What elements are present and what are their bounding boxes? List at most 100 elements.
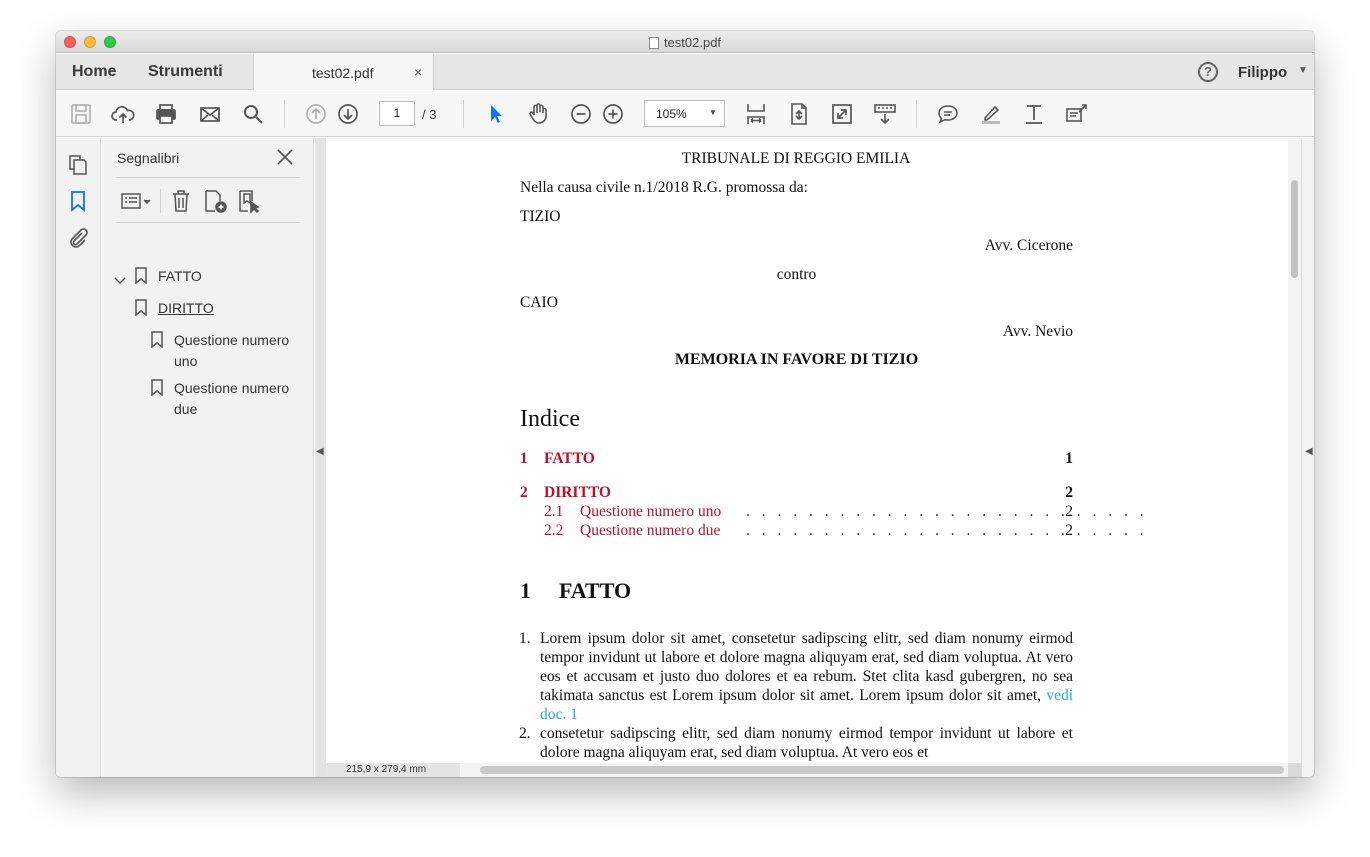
help-icon[interactable]: ? <box>1198 62 1218 82</box>
chevron-left-icon: ◀ <box>316 446 324 457</box>
bookmark-options-icon[interactable] <box>119 188 153 214</box>
court-heading: TRIBUNALE DI REGGIO EMILIA <box>681 150 911 167</box>
print-icon[interactable] <box>154 102 178 126</box>
toc-entry-2-page: 2 <box>1065 484 1073 501</box>
page-size-readout: 215,9 x 279,4 mm <box>326 763 460 777</box>
bookmark-item-questione-uno[interactable]: Questione numero uno <box>174 330 289 372</box>
toc-entry-2-2-number[interactable]: 2.2 <box>544 522 563 540</box>
list-item: 2. consetetur sadipscing elitr, sed diam… <box>519 725 1073 761</box>
scrollbar-thumb[interactable] <box>1291 180 1298 278</box>
bookmarks-panel: Segnalibri FATTO DIRITTO Questione numer… <box>102 138 314 777</box>
chevron-down-icon: ▼ <box>709 108 717 117</box>
fit-width-icon[interactable] <box>744 102 768 126</box>
text-icon[interactable] <box>1022 102 1046 126</box>
select-cursor-icon[interactable] <box>484 102 508 126</box>
list-item: 1. Lorem ipsum dolor sit amet, consetetu… <box>519 630 1074 723</box>
page-up-icon[interactable] <box>304 102 328 126</box>
toc-leader-dots: . . . . . . . . . . . . . . . . . . . . … <box>746 503 1148 520</box>
zoom-out-icon[interactable] <box>569 102 593 126</box>
pages-icon[interactable] <box>67 154 89 176</box>
delete-icon[interactable] <box>168 188 194 214</box>
panel-title: Segnalibri <box>117 150 180 166</box>
document-viewer[interactable]: ◀ TRIBUNALE DI REGGIO EMILIA Nella causa… <box>315 138 1314 777</box>
page-total: / 3 <box>422 107 437 122</box>
hand-icon[interactable] <box>526 102 550 126</box>
vertical-scrollbar[interactable] <box>1288 138 1301 763</box>
toc-entry-2-number[interactable]: 2 <box>520 484 528 502</box>
memo-title: MEMORIA IN FAVORE DI TIZIO <box>674 351 919 368</box>
document-tab[interactable]: test02.pdf × <box>253 54 434 90</box>
bookmark-item-diritto[interactable]: DIRITTO <box>158 298 214 319</box>
bookmark-item-fatto[interactable]: FATTO <box>158 266 202 287</box>
chevron-down-icon[interactable]: ▼ <box>1298 65 1308 76</box>
lawyer-defendant: Avv. Nevio <box>1002 323 1073 340</box>
bookmark-item-questione-due[interactable]: Questione numero due <box>174 378 289 420</box>
pdf-file-icon <box>648 37 659 49</box>
party-defendant: CAIO <box>520 294 558 311</box>
zoom-in-icon[interactable] <box>601 102 625 126</box>
comment-icon[interactable] <box>936 102 960 126</box>
section-title: FATTO <box>559 578 632 603</box>
chevron-down-icon[interactable] <box>114 273 126 285</box>
lawyer-plaintiff: Avv. Cicerone <box>984 237 1073 254</box>
title-bar: test02.pdf <box>56 31 1314 53</box>
page-number-input[interactable]: 1 <box>379 101 415 126</box>
user-menu[interactable]: Filippo <box>1238 64 1287 81</box>
toolbar-separator <box>916 100 917 128</box>
zoom-select[interactable]: 105% ▼ <box>644 100 725 127</box>
collapse-right-pane-handle[interactable]: ◀ <box>1301 138 1314 777</box>
bookmark-icon <box>135 299 147 316</box>
add-bookmark-icon[interactable] <box>202 188 228 214</box>
cloud-upload-icon[interactable] <box>111 102 135 126</box>
bookmark-icon[interactable] <box>67 190 89 212</box>
search-icon[interactable] <box>241 102 265 126</box>
window-title: test02.pdf <box>56 35 1314 50</box>
rotate-icon[interactable] <box>787 102 811 126</box>
divider <box>116 177 300 178</box>
toc-leader-dots: . . . . . . . . . . . . . . . . . . . . … <box>746 522 1148 539</box>
horizontal-scrollbar[interactable] <box>480 766 1284 774</box>
zoom-value: 105% <box>656 107 687 121</box>
toc-entry-2-1-page: 2 <box>1065 503 1073 520</box>
toc-entry-2-title[interactable]: DIRITTO <box>544 484 611 502</box>
toc-entry-1-page: 1 <box>1065 450 1073 467</box>
bookmark-icon <box>151 379 163 396</box>
divider <box>160 189 161 213</box>
document-tab-label: test02.pdf <box>312 65 374 81</box>
tab-home[interactable]: Home <box>72 63 116 81</box>
toc-entry-2-1-title[interactable]: Questione numero uno <box>580 503 721 521</box>
page-down-icon[interactable] <box>336 102 360 126</box>
toolbar: 1 / 3 105% ▼ <box>56 91 1314 137</box>
close-icon[interactable] <box>276 148 294 166</box>
versus-text: contro <box>776 266 817 283</box>
toc-entry-1-title[interactable]: FATTO <box>544 450 595 468</box>
app-window: test02.pdf Home Strumenti test02.pdf × ?… <box>56 31 1314 777</box>
toc-entry-2-2-title[interactable]: Questione numero due <box>580 522 720 540</box>
chevron-left-icon: ◀ <box>1305 446 1313 457</box>
pdf-page: TRIBUNALE DI REGGIO EMILIA Nella causa c… <box>326 138 1288 763</box>
party-plaintiff: TIZIO <box>520 208 561 225</box>
bookmark-icon <box>135 267 147 284</box>
section-number: 1 <box>520 578 531 603</box>
navigation-rail <box>56 138 101 777</box>
fill-sign-icon[interactable] <box>1065 102 1089 126</box>
tab-tools[interactable]: Strumenti <box>148 63 223 81</box>
mail-icon[interactable] <box>198 102 222 126</box>
fullscreen-icon[interactable] <box>830 102 854 126</box>
divider <box>116 222 300 223</box>
toolbar-separator <box>284 100 285 128</box>
toolbar-separator <box>463 100 464 128</box>
highlight-icon[interactable] <box>979 102 1003 126</box>
toc-entry-2-1-number[interactable]: 2.1 <box>544 503 563 521</box>
toc-title: Indice <box>520 406 580 432</box>
attachment-icon[interactable] <box>67 227 89 249</box>
new-bookmark-from-selection-icon[interactable] <box>236 188 262 214</box>
collapse-sidebar-handle[interactable]: ◀ <box>315 138 326 777</box>
numbered-list: 1. Lorem ipsum dolor sit amet, consetetu… <box>519 629 1074 762</box>
save-icon[interactable] <box>69 102 93 126</box>
close-tab-icon[interactable]: × <box>414 64 422 80</box>
scroll-mode-icon[interactable] <box>873 102 897 126</box>
toc-entry-1-number[interactable]: 1 <box>520 450 528 468</box>
toc-entry-2-2-page: 2 <box>1065 522 1073 539</box>
bookmark-icon <box>151 331 163 348</box>
